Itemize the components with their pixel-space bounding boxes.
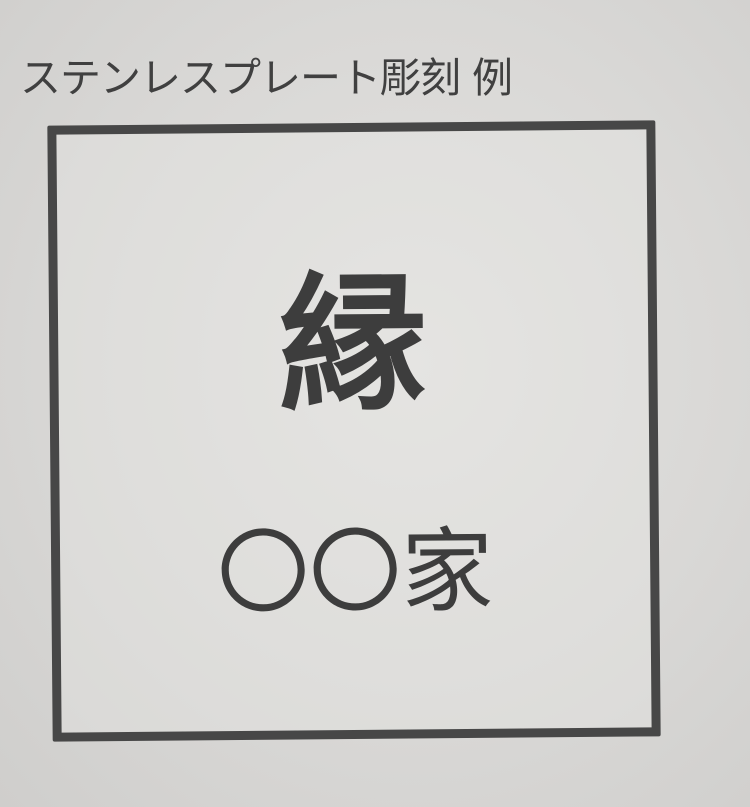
engraved-plate-frame: 縁 〇〇家 — [47, 120, 661, 742]
family-name-line: 〇〇家 — [216, 517, 494, 628]
main-engraved-character: 縁 — [278, 256, 428, 432]
caption-title: ステンレスプレート彫刻 例 — [20, 54, 513, 102]
